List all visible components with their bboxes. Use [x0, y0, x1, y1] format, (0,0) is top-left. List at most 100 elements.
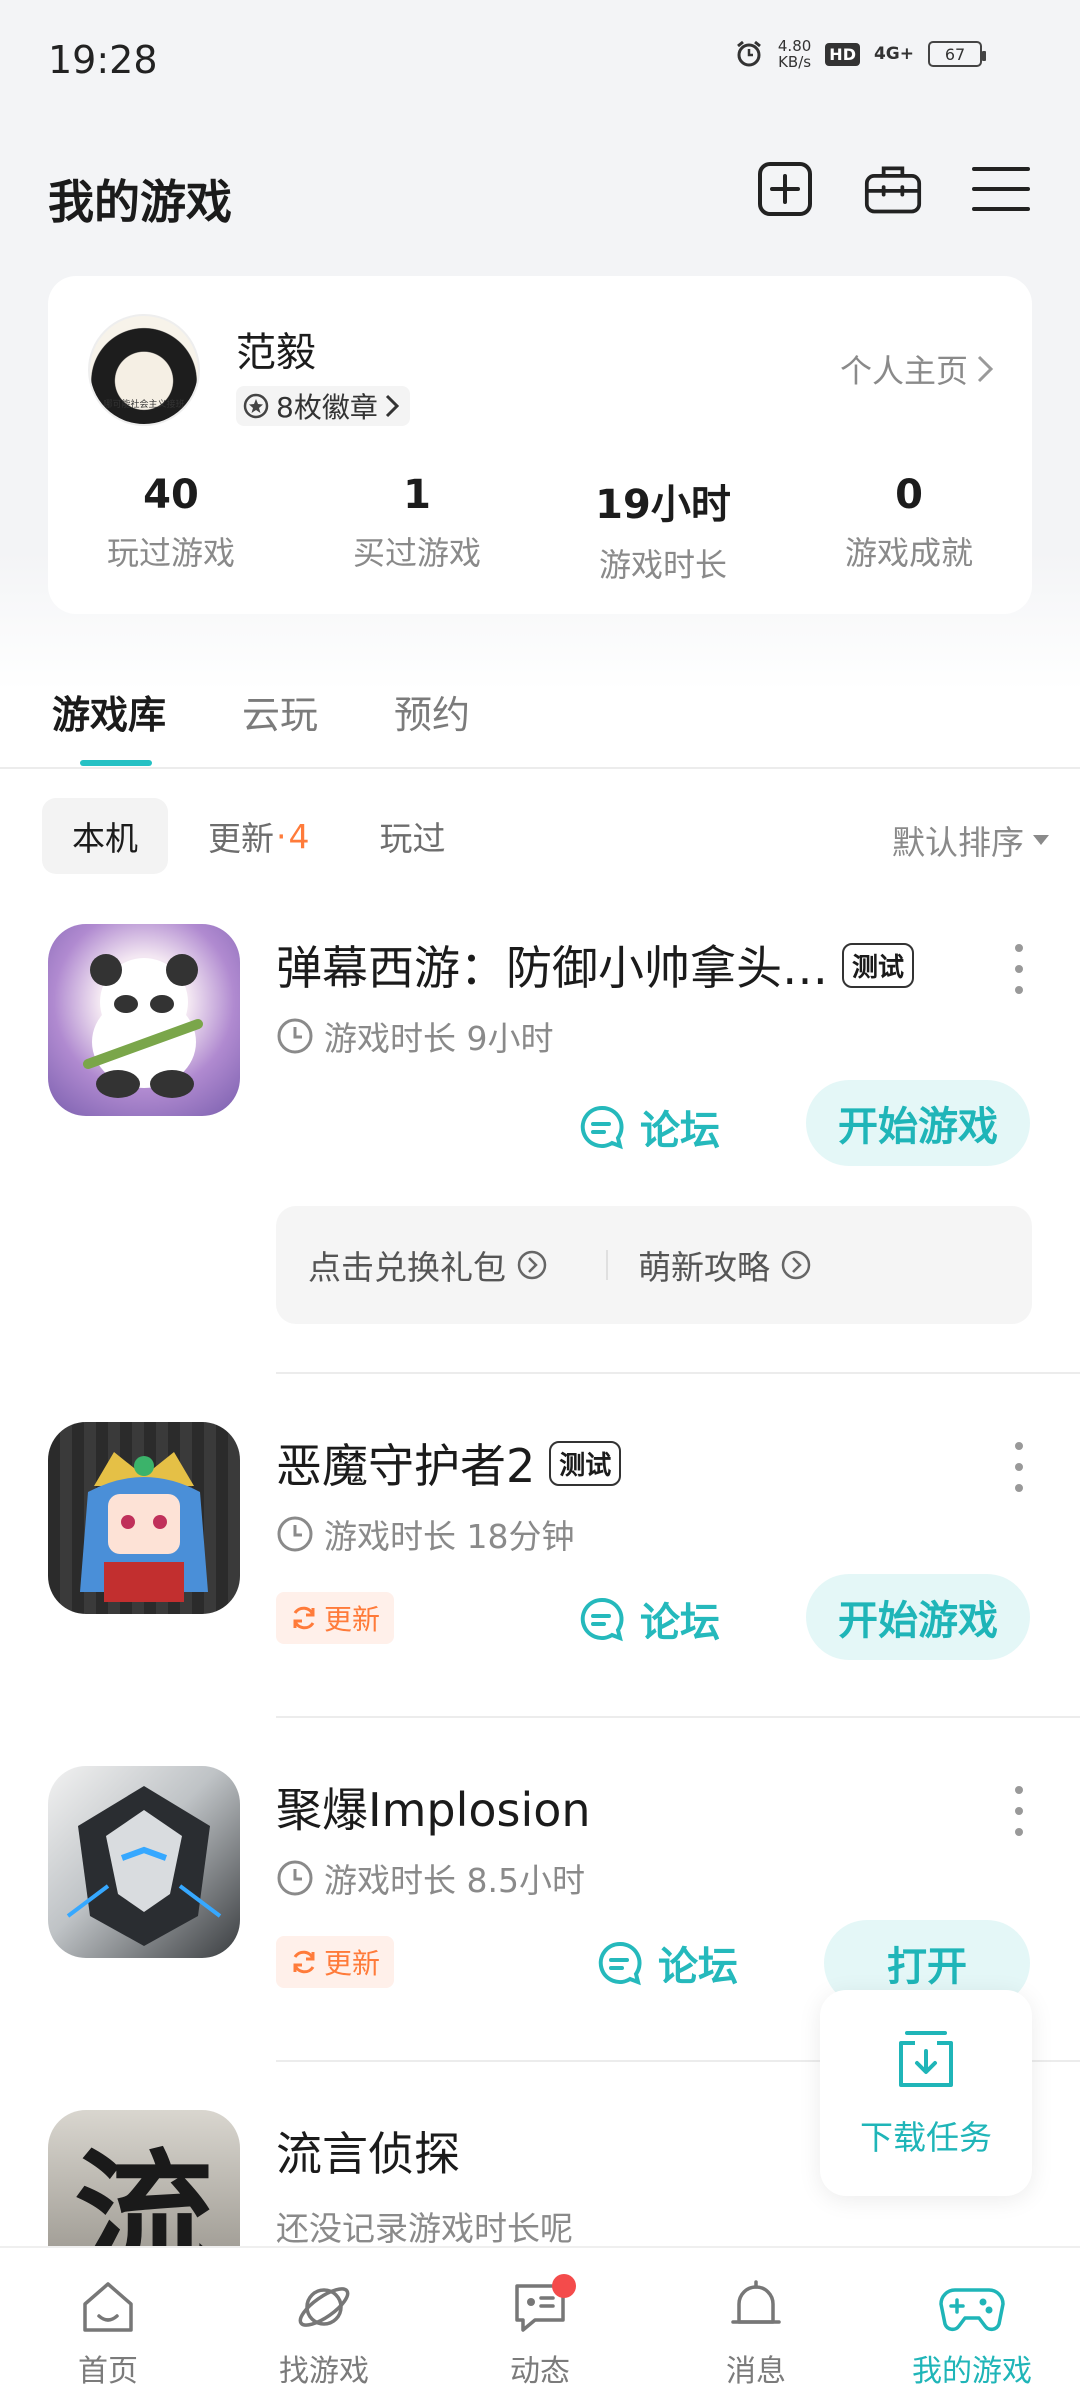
stat-play-time[interactable]: 19小时 游戏时长	[540, 472, 786, 586]
forum-button[interactable]: 论坛	[578, 1098, 720, 1156]
game-playtime: 还没记录游戏时长呢	[276, 2202, 573, 2250]
stat-value: 19小时	[595, 482, 731, 528]
nav-label: 首页	[78, 2354, 138, 2389]
stat-games-played[interactable]: 40 玩过游戏	[48, 472, 294, 586]
forum-label: 论坛	[640, 1600, 720, 1646]
battery-icon: 67	[928, 41, 986, 67]
game-icon[interactable]	[48, 1422, 240, 1614]
game-title[interactable]: 聚爆Implosion	[276, 1774, 591, 1840]
bell-icon	[731, 2280, 781, 2324]
playtime-text: 还没记录游戏时长呢	[276, 2209, 573, 2248]
nav-label: 动态	[510, 2354, 570, 2389]
stat-value: 40	[143, 472, 199, 518]
game-title[interactable]: 流言侦探	[276, 2118, 460, 2184]
profile-card: 哪可能社会主义接班 范毅 8枚徽章 个人主页 40 玩过游戏 1 买过游戏 19…	[48, 276, 1032, 614]
nav-label: 消息	[726, 2354, 786, 2389]
game-item: 聚爆Implosion 游戏时长 8.5小时 更新 论坛 打开	[0, 1766, 1080, 2006]
update-button[interactable]: 更新	[276, 1592, 395, 1644]
refresh-icon	[293, 1950, 315, 1974]
nav-feed[interactable]: 动态	[432, 2248, 648, 2408]
tab-label: 预约	[394, 693, 471, 737]
badges-button[interactable]: 8枚徽章	[236, 386, 410, 426]
playtime-text: 游戏时长 18分钟	[324, 1517, 575, 1556]
game-name: 流言侦探	[276, 2127, 460, 2181]
nav-messages[interactable]: 消息	[648, 2248, 864, 2408]
profile-stats: 40 玩过游戏 1 买过游戏 19小时 游戏时长 0 游戏成就	[48, 472, 1032, 586]
medal-icon	[243, 393, 269, 419]
game-title[interactable]: 弹幕西游：防御小帅拿头… 测试	[276, 932, 915, 998]
update-label: 更新	[324, 1603, 381, 1636]
caret-down-icon	[1033, 835, 1049, 845]
avatar[interactable]: 哪可能社会主义接班	[88, 314, 200, 426]
homepage-link[interactable]: 个人主页	[840, 346, 994, 392]
network-speed: 4.80 KB/s	[778, 38, 811, 70]
tab-label: 云玩	[242, 693, 319, 737]
nav-discover[interactable]: 找游戏	[216, 2248, 432, 2408]
header-actions	[756, 160, 1030, 218]
stat-games-bought[interactable]: 1 买过游戏	[294, 472, 540, 586]
hd-icon: HD	[825, 42, 860, 66]
filter-played[interactable]: 玩过	[350, 798, 476, 874]
planet-icon	[298, 2287, 350, 2327]
nav-my-games[interactable]: 我的游戏	[864, 2248, 1080, 2408]
forum-button[interactable]: 论坛	[578, 1590, 720, 1648]
user-name: 范毅	[236, 330, 316, 376]
stat-value: 0	[895, 472, 923, 518]
nav-home[interactable]: 首页	[0, 2248, 216, 2408]
toolbox-icon[interactable]	[864, 160, 922, 218]
filter-update[interactable]: 更新 · 4	[178, 798, 340, 874]
stat-label: 游戏时长	[598, 546, 727, 584]
notification-dot	[552, 2274, 576, 2298]
chevron-right-icon	[385, 394, 399, 418]
update-count: 4	[288, 816, 310, 856]
menu-icon[interactable]	[972, 160, 1030, 218]
network-speed-value: 4.80	[777, 37, 812, 55]
network-speed-unit: KB/s	[778, 53, 812, 71]
status-bar: 19:28 4.80 KB/s HD 4G+ 67	[0, 0, 1080, 120]
page-title: 我的游戏	[48, 175, 232, 229]
forum-label: 论坛	[658, 1944, 738, 1990]
test-tag: 测试	[549, 1440, 622, 1486]
arrow-circle-icon	[517, 1250, 547, 1280]
gift-label: 点击兑换礼包	[308, 1248, 506, 1287]
sort-dropdown[interactable]: 默认排序	[892, 816, 1050, 864]
guide-label: 萌新攻略	[638, 1248, 770, 1287]
playtime-text: 游戏时长 9小时	[324, 1019, 554, 1058]
row-divider	[276, 1372, 1080, 1374]
test-tag: 测试	[842, 942, 915, 988]
signal-icon: 4G+	[873, 44, 914, 64]
game-name: 恶魔守护者2	[276, 1439, 536, 1493]
game-icon[interactable]	[48, 924, 240, 1116]
tab-cloud-play[interactable]: 云玩	[242, 684, 318, 739]
update-button[interactable]: 更新	[276, 1936, 395, 1988]
start-game-button[interactable]: 开始游戏	[806, 1080, 1030, 1166]
download-task-button[interactable]: 下载任务	[820, 1990, 1032, 2196]
tab-game-library[interactable]: 游戏库	[52, 684, 166, 739]
update-label: 更新	[324, 1947, 381, 1980]
more-options-icon[interactable]	[1012, 944, 1026, 994]
main-tabs: 游戏库 云玩 预约	[52, 684, 470, 739]
clock-icon	[277, 1516, 313, 1552]
battery-level: 67	[944, 44, 966, 64]
tab-reservations[interactable]: 预约	[394, 684, 470, 739]
stat-label: 买过游戏	[352, 534, 481, 572]
gamepad-icon	[939, 2288, 1005, 2331]
game-extras-bar: 点击兑换礼包 萌新攻略	[276, 1206, 1032, 1324]
stat-achievements[interactable]: 0 游戏成就	[786, 472, 1032, 586]
homepage-label: 个人主页	[839, 352, 968, 390]
game-title[interactable]: 恶魔守护者2 测试	[276, 1430, 622, 1496]
filter-local[interactable]: 本机	[42, 798, 168, 874]
forum-button[interactable]: 论坛	[596, 1934, 738, 1992]
beginner-guide-link[interactable]: 萌新攻略	[638, 1241, 812, 1289]
redeem-gift-link[interactable]: 点击兑换礼包	[308, 1241, 548, 1289]
add-icon[interactable]	[756, 160, 814, 218]
download-task-label: 下载任务	[860, 2118, 992, 2157]
more-options-icon[interactable]	[1012, 1786, 1026, 1836]
sort-label: 默认排序	[892, 823, 1024, 862]
game-icon[interactable]	[48, 1766, 240, 1958]
start-game-button[interactable]: 开始游戏	[806, 1574, 1030, 1660]
game-name: 聚爆Implosion	[276, 1783, 591, 1837]
more-options-icon[interactable]	[1012, 1442, 1026, 1492]
game-item: 弹幕西游：防御小帅拿头… 测试 游戏时长 9小时 论坛 开始游戏 点击兑换礼包 …	[0, 924, 1080, 1344]
status-icons: 4.80 KB/s HD 4G+ 67	[734, 38, 986, 70]
